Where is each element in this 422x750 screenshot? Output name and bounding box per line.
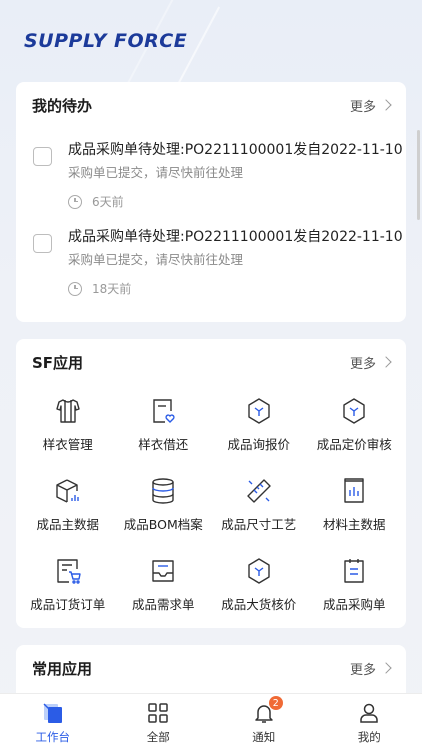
box-chart-icon [56, 479, 79, 503]
user-icon [360, 703, 378, 723]
ruler-icon [247, 479, 271, 503]
grid-icon [148, 703, 168, 723]
todo-checkbox[interactable] [33, 234, 52, 253]
todo-item-time-text: 18天前 [92, 282, 132, 296]
app-purchase-order[interactable]: 成品采购单 [307, 551, 403, 631]
app-material-master-data[interactable]: 材料主数据 [307, 471, 403, 551]
todo-item-time: 6天前 [68, 193, 390, 210]
todo-title: 我的待办 [32, 96, 93, 115]
app-demand-order[interactable]: 成品需求单 [116, 551, 212, 631]
scrollbar[interactable] [417, 130, 420, 220]
app-label: 成品大货核价 [221, 597, 297, 612]
notification-badge: 2 [268, 696, 283, 710]
app-product-order[interactable]: 成品订货订单 [20, 551, 116, 631]
more-label: 更多 [349, 662, 376, 678]
sf-apps-grid: 样衣管理 样衣借还 成品询报价 成品定价审核 成品主数据 成品BOM档案 成品尺… [16, 391, 406, 631]
todo-item-title: 成品采购单待处理:PO2211100001发自2022-11-10 [68, 229, 403, 245]
cart-document-icon [57, 559, 81, 584]
cube-icon [343, 398, 365, 424]
tab-label: 工作台 [35, 730, 71, 744]
common-apps-more-link[interactable]: 更多 [349, 659, 392, 678]
tab-label: 全部 [146, 730, 170, 744]
tab-notifications[interactable]: 2 通知 [224, 694, 304, 745]
app-label: 成品需求单 [131, 597, 195, 612]
app-label: 样衣管理 [42, 437, 93, 452]
todo-item-time-text: 6天前 [92, 195, 124, 209]
sf-apps-more-link[interactable]: 更多 [349, 353, 392, 372]
clipboard-icon [344, 559, 364, 583]
clock-icon [68, 194, 82, 209]
todo-item[interactable]: 成品采购单待处理:PO2211100001发自2022-11-10 采购单已提交… [16, 226, 406, 297]
chevron-right-icon [380, 662, 392, 674]
cube-icon [248, 558, 270, 584]
todo-item-desc: 采购单已提交，请尽快前往处理 [68, 165, 244, 180]
app-label: 成品尺寸工艺 [221, 517, 297, 532]
todo-more-link[interactable]: 更多 [349, 96, 392, 115]
app-inquiry-quote[interactable]: 成品询报价 [211, 391, 307, 471]
app-label: 成品BOM档案 [123, 517, 203, 532]
app-sample-management[interactable]: 样衣管理 [20, 391, 116, 471]
tab-all[interactable]: 全部 [118, 694, 198, 745]
app-size-craft[interactable]: 成品尺寸工艺 [211, 471, 307, 551]
sf-apps-title: SF应用 [32, 353, 84, 372]
app-label: 成品订货订单 [30, 597, 106, 612]
chevron-right-icon [380, 356, 392, 368]
app-label: 材料主数据 [322, 517, 386, 532]
more-label: 更多 [349, 99, 376, 115]
app-bulk-pricing[interactable]: 成品大货核价 [211, 551, 307, 631]
tab-label: 通知 [252, 730, 276, 744]
app-label: 成品定价审核 [316, 437, 392, 452]
app-bom-archive[interactable]: 成品BOM档案 [116, 471, 212, 551]
todo-item-desc: 采购单已提交，请尽快前往处理 [68, 252, 244, 267]
document-heart-icon [153, 399, 175, 423]
todo-checkbox[interactable] [33, 147, 52, 166]
garment-icon [56, 399, 80, 423]
workbench-icon [43, 703, 62, 723]
app-pricing-review[interactable]: 成品定价审核 [307, 391, 403, 471]
tab-profile[interactable]: 我的 [329, 694, 409, 745]
todo-item-title: 成品采购单待处理:PO2211100001发自2022-11-10 [68, 142, 403, 158]
inbox-icon [152, 560, 174, 582]
app-product-master-data[interactable]: 成品主数据 [20, 471, 116, 551]
todo-item[interactable]: 成品采购单待处理:PO2211100001发自2022-11-10 采购单已提交… [16, 139, 406, 210]
app-label: 成品主数据 [36, 517, 99, 532]
chart-document-icon [344, 478, 364, 503]
more-label: 更多 [349, 356, 376, 372]
tab-workbench[interactable]: 工作台 [13, 694, 93, 745]
tab-label: 我的 [357, 730, 381, 744]
tab-bar: 工作台 全部 2 通知 我的 [0, 693, 422, 750]
app-label: 成品采购单 [322, 597, 386, 612]
app-label: 成品询报价 [227, 437, 290, 452]
app-label: 样衣借还 [138, 437, 189, 452]
sf-apps-card: SF应用 更多 样衣管理 样衣借还 成品询报价 成品定价审核 成品主数据 成品B… [16, 339, 406, 628]
brand-logo: SUPPLY FORCE [24, 30, 188, 52]
app-sample-loan[interactable]: 样衣借还 [116, 391, 212, 471]
database-icon [152, 478, 174, 504]
clock-icon [68, 281, 82, 296]
cube-icon [248, 398, 270, 424]
common-apps-title: 常用应用 [32, 659, 93, 678]
todo-item-time: 18天前 [68, 280, 390, 297]
todo-card: 我的待办 更多 成品采购单待处理:PO2211100001发自2022-11-1… [16, 82, 406, 322]
chevron-right-icon [380, 99, 392, 111]
